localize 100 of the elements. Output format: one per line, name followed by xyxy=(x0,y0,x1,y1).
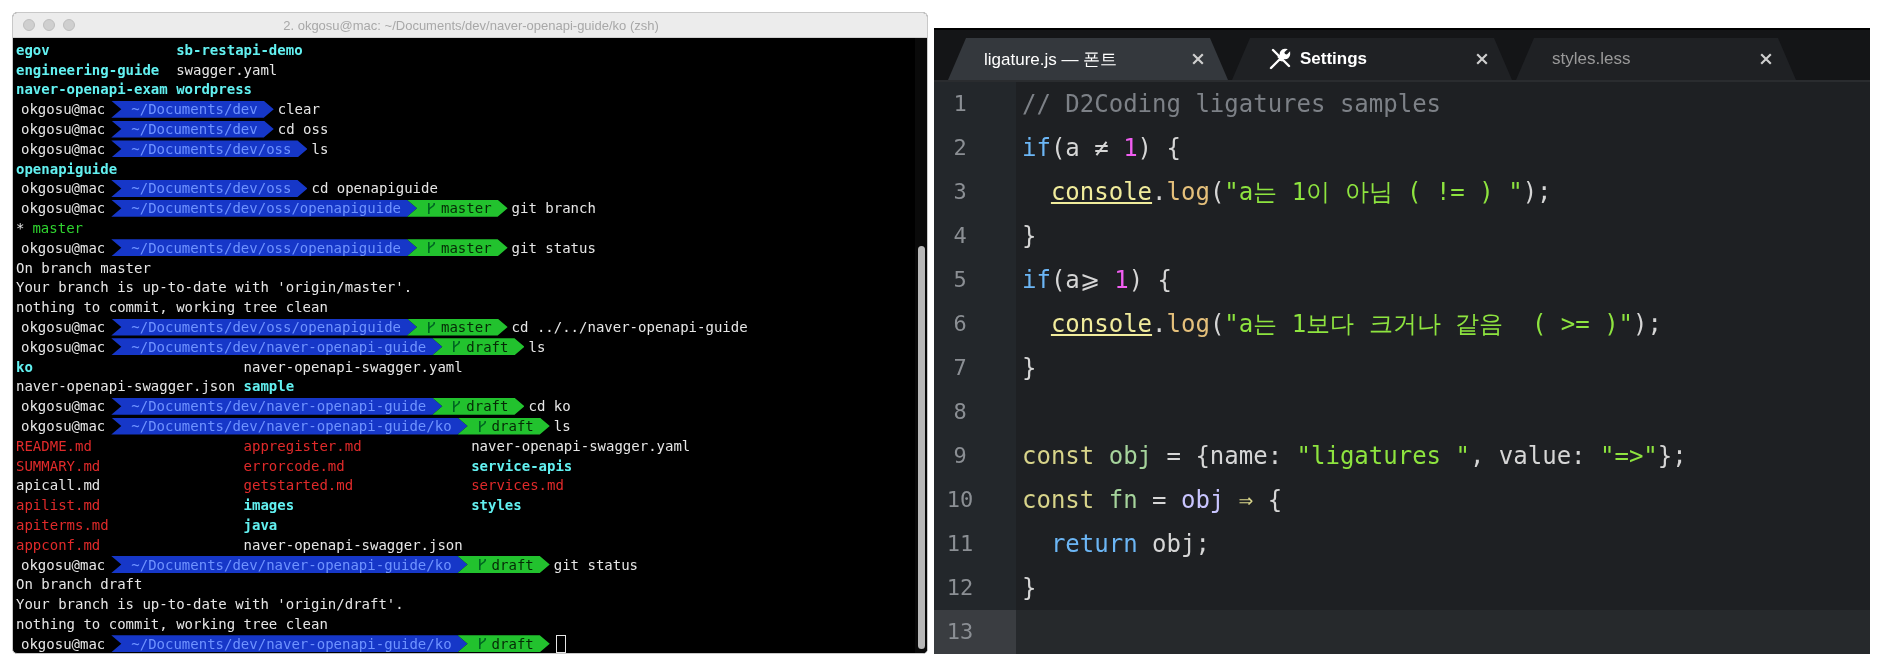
line-number: 12 xyxy=(934,566,1016,610)
branch-icon xyxy=(477,558,487,572)
output-text: nothing to commit, working tree clean xyxy=(16,299,328,316)
prompt-user: okgosu@mac xyxy=(20,180,107,197)
shell-command: cd openapiguide xyxy=(311,180,438,197)
branch-name: draft xyxy=(491,635,534,652)
prompt-path: ~/Documents/dev/oss/openapiguide xyxy=(111,199,417,217)
prompt-user: okgosu@mac xyxy=(20,121,107,138)
shell-command: cd ../../naver-openapi-guide xyxy=(511,319,748,336)
code-text: { xyxy=(1267,486,1283,514)
line-number: 4 xyxy=(934,214,1016,258)
line-number: 2 xyxy=(934,126,1016,170)
editor-tab[interactable]: Settings xyxy=(1232,38,1512,80)
line-number: 10 xyxy=(934,478,1016,522)
shell-command: ls xyxy=(528,338,546,355)
shell-command: cd oss xyxy=(277,121,329,138)
code-number: 1 xyxy=(1123,134,1138,162)
editor-tab[interactable]: styles.less xyxy=(1516,38,1796,80)
prompt-user: okgosu@mac xyxy=(20,140,107,157)
output-text: nothing to commit, working tree clean xyxy=(16,616,328,632)
code-text: ) { xyxy=(1137,134,1181,162)
line-number: 1 xyxy=(934,82,1016,126)
directory-name: sb-restapi-demo xyxy=(176,41,304,58)
prompt-user: okgosu@mac xyxy=(20,418,107,435)
code-keyword: if xyxy=(1022,134,1051,162)
line-number: 3 xyxy=(934,170,1016,214)
prompt-user: okgosu@mac xyxy=(20,319,107,336)
file-name: appconf.md xyxy=(16,536,102,553)
current-branch-marker: * xyxy=(16,220,25,237)
code-variable: obj xyxy=(1108,442,1153,470)
code-builtin: console xyxy=(1050,310,1153,338)
code-number: 1 xyxy=(1114,266,1129,294)
directory-name: openapiguide xyxy=(16,160,119,177)
directory-name: sample xyxy=(243,378,296,395)
editor-tab[interactable]: ligature.js — 폰트 xyxy=(948,38,1228,80)
code-comment: // D2Coding ligatures samples xyxy=(1022,90,1442,118)
code-text: (a⩾ xyxy=(1050,266,1101,294)
branch-icon xyxy=(427,201,436,215)
code-method: log xyxy=(1166,310,1210,338)
close-icon[interactable] xyxy=(1476,53,1488,65)
prompt-user: okgosu@mac xyxy=(20,338,107,355)
branch-icon xyxy=(477,419,487,433)
code-keyword: return xyxy=(1050,530,1138,558)
shell-command: git status xyxy=(553,556,639,573)
window-control-icon[interactable] xyxy=(43,19,55,31)
window-control-icon[interactable] xyxy=(63,19,75,31)
scrollbar-thumb[interactable] xyxy=(918,245,925,649)
code-text: }; xyxy=(1657,442,1687,470)
prompt-path: ~/Documents/dev/naver-openapi-guide/ko xyxy=(111,635,468,653)
line-number: 5 xyxy=(934,258,1016,302)
close-icon[interactable] xyxy=(1192,53,1204,65)
branch-icon xyxy=(452,399,462,413)
directory-name: images xyxy=(243,497,296,514)
tab-label: styles.less xyxy=(1552,49,1632,69)
branch-name: draft xyxy=(466,398,509,415)
branch-name: draft xyxy=(491,418,534,435)
close-icon[interactable] xyxy=(1760,53,1772,65)
code-text: ( xyxy=(1209,310,1225,338)
output-text: On branch master xyxy=(16,259,151,276)
tab-label: Settings xyxy=(1300,49,1369,69)
code-text: (a ≠ xyxy=(1050,134,1110,162)
branch-name: draft xyxy=(491,556,534,573)
file-name: swagger.yaml xyxy=(176,61,279,78)
shell-command: git status xyxy=(511,239,596,256)
code-text: } xyxy=(1022,354,1037,382)
prompt-user: okgosu@mac xyxy=(20,398,107,415)
prompt-user: okgosu@mac xyxy=(20,101,107,118)
file-name: naver-openapi-swagger.json xyxy=(16,378,237,395)
branch-name: master xyxy=(441,319,492,336)
window-control-icon[interactable] xyxy=(23,19,35,31)
branch-icon xyxy=(452,340,462,354)
prompt-path: ~/Documents/dev/naver-openapi-guide/ko xyxy=(111,556,468,574)
line-number: 13 xyxy=(934,610,1016,654)
branch-icon xyxy=(427,320,436,334)
prompt-path: ~/Documents/dev/oss/openapiguide xyxy=(111,318,417,336)
tools-icon xyxy=(1268,47,1292,71)
prompt-path: ~/Documents/dev/oss xyxy=(111,179,308,197)
file-name: appregister.md xyxy=(243,437,363,454)
branch-name: master xyxy=(441,200,492,217)
code-text: ( xyxy=(1209,178,1225,206)
code-string: "=>" xyxy=(1600,442,1658,470)
shell-command: ls xyxy=(553,418,571,435)
file-name: getstarted.md xyxy=(243,477,355,494)
shell-command: ls xyxy=(311,140,329,157)
directory-name: wordpress xyxy=(176,81,253,98)
directory-name: ko xyxy=(16,358,34,375)
code-method: log xyxy=(1166,178,1210,206)
shell-command: cd ko xyxy=(528,398,571,415)
file-name: naver-openapi-swagger.yaml xyxy=(471,437,692,454)
code-text: . xyxy=(1152,310,1167,338)
code-text: } xyxy=(1022,222,1037,250)
code-text: ) { xyxy=(1128,266,1173,294)
code-variable: fn xyxy=(1108,486,1138,514)
file-name: apiterms.md xyxy=(16,517,110,533)
prompt-path: ~/Documents/dev/naver-openapi-guide xyxy=(111,338,443,356)
code-text: obj; xyxy=(1152,530,1210,558)
code-text: } xyxy=(1022,574,1037,602)
branch-name: master xyxy=(441,239,492,256)
code-parameter: obj xyxy=(1180,486,1225,514)
code-string: "ligatures " xyxy=(1296,442,1470,470)
